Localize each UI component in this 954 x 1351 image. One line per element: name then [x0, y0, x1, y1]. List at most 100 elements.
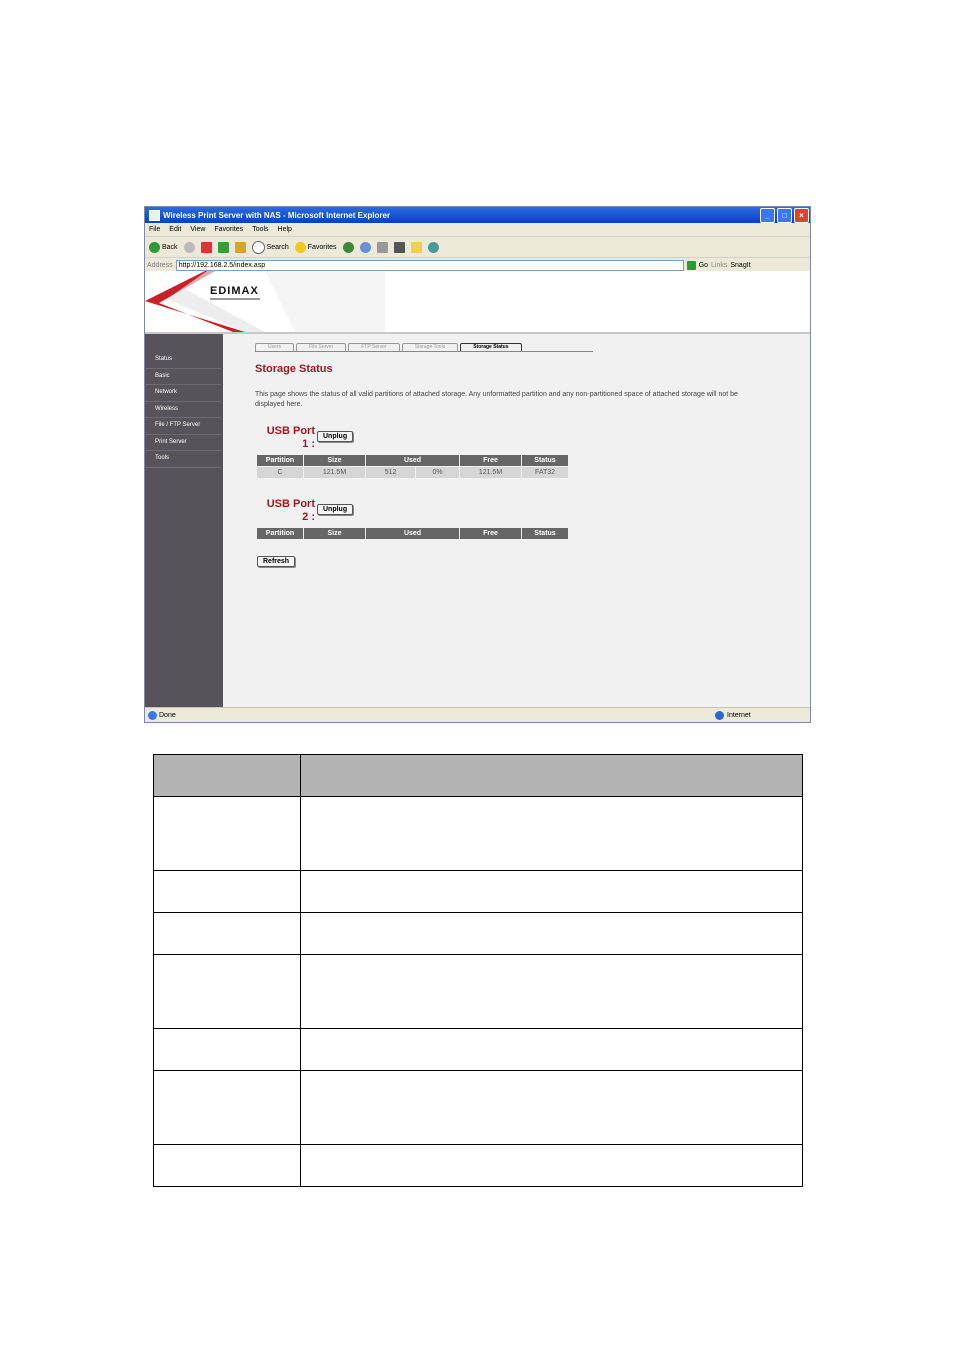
sidebar-item-network[interactable]: Network: [145, 385, 221, 402]
sidebar: Status Basic Network Wireless File / FTP…: [145, 334, 223, 708]
usb-port-1-number: 1 :: [302, 438, 315, 450]
favorites-button[interactable]: Favorites: [294, 241, 337, 253]
col-partition: Partition: [256, 527, 304, 540]
col-used: Used: [365, 454, 460, 467]
table-cell: [153, 870, 301, 913]
history-icon[interactable]: [342, 241, 354, 253]
col-size: Size: [303, 454, 366, 467]
menu-bar: File Edit View Favorites Tools Help: [145, 223, 810, 237]
menu-tools[interactable]: Tools: [252, 226, 268, 233]
menu-file[interactable]: File: [149, 226, 160, 233]
forward-arrow-icon[interactable]: [183, 241, 195, 253]
table-cell: [300, 870, 803, 913]
description-table: [153, 754, 803, 1187]
table-cell: [153, 1070, 301, 1145]
maximize-button[interactable]: □: [777, 208, 792, 223]
port-1-table: Partition Size Used Free Status C 121.5M…: [256, 454, 569, 479]
browser-window: Wireless Print Server with NAS - Microso…: [144, 206, 811, 723]
table-cell: [153, 796, 301, 871]
table-row: [153, 796, 803, 871]
star-icon: [294, 241, 306, 253]
title-bar: Wireless Print Server with NAS - Microso…: [145, 207, 810, 223]
table-cell: [300, 954, 803, 1029]
table-cell: [153, 954, 301, 1029]
print-icon[interactable]: [376, 241, 388, 253]
header-cell: [300, 754, 803, 797]
sidebar-item-print-server[interactable]: Print Server: [145, 435, 221, 451]
table-header-row: [153, 754, 803, 797]
mail-icon[interactable]: [359, 241, 371, 253]
zone-text: Internet: [727, 711, 751, 719]
col-used: Used: [365, 527, 460, 540]
tab-ftp-server[interactable]: FTP Server: [348, 343, 400, 351]
table-cell: [153, 1028, 301, 1071]
unplug-port-2-button[interactable]: Unplug: [317, 504, 354, 515]
sidebar-item-tools[interactable]: Tools: [145, 451, 221, 468]
cell-status: FAT32: [521, 466, 569, 479]
sidebar-item-status[interactable]: Status: [145, 352, 221, 369]
tab-storage-status[interactable]: Storage Status: [460, 343, 522, 351]
close-button[interactable]: ×: [794, 208, 809, 223]
logo-tagline: [210, 298, 260, 300]
sidebar-item-basic[interactable]: Basic: [145, 369, 221, 385]
table-row: C 121.5M 512 0% 121.5M FAT32: [256, 466, 569, 479]
page-icon: [148, 710, 157, 720]
address-input[interactable]: http://192.168.2.5/index.asp: [175, 259, 684, 271]
home-icon[interactable]: [234, 241, 246, 253]
cell-size: 121.5M: [303, 466, 366, 479]
ie-icon: [149, 209, 160, 221]
table-header-row: Partition Size Used Free Status: [256, 454, 569, 467]
cell-partition: C: [256, 466, 304, 479]
table-cell: [300, 1144, 803, 1187]
cell-used-percent: 0%: [415, 466, 460, 479]
table-row: [153, 1144, 803, 1187]
tab-file-server[interactable]: File Server: [296, 343, 347, 351]
usb-port-1-text: USB Port: [266, 425, 315, 437]
globe-icon: [715, 710, 724, 720]
refresh-button[interactable]: Refresh: [257, 556, 296, 567]
unplug-port-1-button[interactable]: Unplug: [317, 431, 354, 442]
menu-view[interactable]: View: [190, 226, 205, 233]
folder-icon[interactable]: [410, 241, 422, 253]
usb-port-1-label: USB Port 1 :: [263, 425, 315, 451]
table-cell: [300, 796, 803, 871]
col-free: Free: [459, 454, 522, 467]
web-page: EDIMAX Status Basic Network Wireless Fil…: [145, 271, 810, 708]
table-cell: [300, 1028, 803, 1071]
snagit-button[interactable]: SnagIt: [730, 262, 750, 269]
messenger-icon[interactable]: [427, 241, 439, 253]
tab-storage-tools[interactable]: Storage Tools: [401, 343, 459, 351]
stop-icon[interactable]: [200, 241, 212, 253]
menu-favorites[interactable]: Favorites: [214, 226, 243, 233]
main-content: Users File Server FTP Server Storage Too…: [223, 334, 810, 708]
tab-users[interactable]: Users: [255, 343, 295, 351]
port-2-table: Partition Size Used Free Status: [256, 527, 569, 540]
menu-edit[interactable]: Edit: [169, 226, 181, 233]
usb-port-2-label: USB Port 2 :: [263, 498, 315, 524]
links-label[interactable]: Links: [711, 262, 727, 269]
search-button[interactable]: Search: [251, 240, 289, 254]
search-icon: [251, 240, 265, 254]
table-row: [153, 954, 803, 1029]
url-text: http://192.168.2.5/index.asp: [178, 261, 266, 269]
col-partition: Partition: [256, 454, 304, 467]
table-cell: [153, 912, 301, 955]
edit-icon[interactable]: [393, 241, 405, 253]
col-free: Free: [459, 527, 522, 540]
col-size: Size: [303, 527, 366, 540]
go-icon[interactable]: [686, 260, 696, 270]
go-button[interactable]: Go: [699, 262, 708, 269]
usb-port-2-number: 2 :: [302, 511, 315, 523]
cell-free: 121.5M: [459, 466, 522, 479]
back-label: Back: [162, 243, 178, 251]
sidebar-item-file-ftp-server[interactable]: File / FTP Server: [145, 418, 221, 435]
window-title: Wireless Print Server with NAS - Microso…: [163, 210, 391, 220]
sidebar-item-wireless[interactable]: Wireless: [145, 402, 221, 418]
back-button[interactable]: Back: [149, 241, 178, 253]
security-zone: Internet: [715, 710, 751, 720]
refresh-icon[interactable]: [217, 241, 229, 253]
banner: EDIMAX: [145, 271, 810, 334]
menu-help[interactable]: Help: [278, 226, 292, 233]
minimize-button[interactable]: _: [760, 208, 775, 223]
table-row: [153, 870, 803, 913]
